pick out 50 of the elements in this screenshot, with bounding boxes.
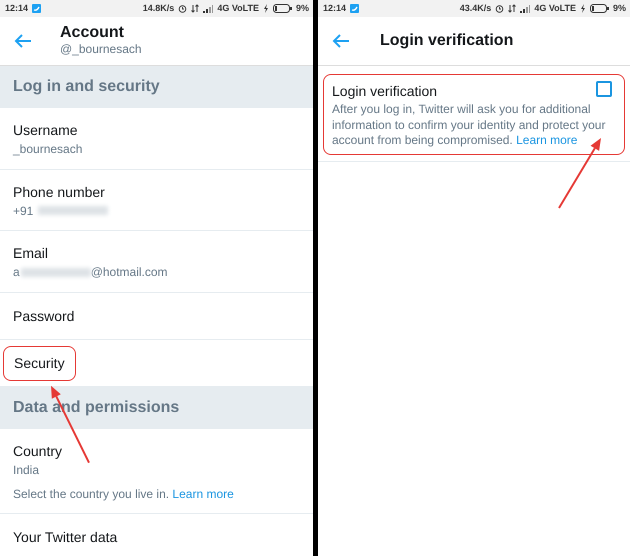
row-label: Email: [13, 245, 48, 262]
setting-description: After you log in, Twitter will ask you for additional information to confirm your identity and protect your account from being compromised. Learn more: [332, 102, 606, 149]
row-label: Your Twitter data: [13, 529, 118, 546]
settings-row[interactable]: Username _bournesach: [0, 108, 313, 170]
header-title: Account: [60, 24, 125, 42]
checkbox[interactable]: [596, 81, 612, 97]
signal-icon: [520, 4, 530, 12]
row-label: Phone number: [13, 184, 105, 200]
status-time: 12:14: [323, 2, 346, 15]
data-arrows-icon: [508, 4, 516, 13]
row-value: @hotmail.com: [90, 265, 168, 280]
settings-row[interactable]: Password: [0, 292, 313, 340]
row-label: Password: [13, 308, 74, 325]
network-speed: 43.4K/s: [460, 2, 492, 15]
battery-percent: 9%: [296, 2, 309, 15]
battery-icon: [590, 4, 609, 13]
settings-row[interactable]: Country India Select the country you live in. Learn more: [0, 429, 313, 514]
row-value: a: [13, 265, 20, 280]
back-arrow-icon: [14, 34, 32, 48]
row-label: Username: [13, 122, 78, 139]
helper-text: Select the country you live in. Learn more: [13, 486, 235, 502]
alarm-icon: [178, 4, 188, 13]
network-type: 4G VoLTE: [534, 2, 576, 15]
row-value: India: [13, 463, 40, 478]
row-value: _bournesach: [13, 142, 82, 157]
status-time: 12:14: [5, 2, 28, 15]
settings-row[interactable]: Your Twitter data: [0, 514, 313, 556]
signal-icon: [203, 4, 214, 12]
network-speed: 14.8K/s: [142, 2, 174, 15]
back-button[interactable]: [332, 34, 350, 48]
header-handle: @_bournesach: [60, 42, 142, 58]
charging-icon: [262, 4, 269, 13]
settings-row[interactable]: Phone number +91: [0, 170, 313, 232]
row-label: Country: [13, 443, 62, 460]
alarm-icon: [495, 4, 504, 13]
bird-notification-icon: [350, 4, 360, 13]
battery-icon: [272, 4, 292, 13]
setting-title: Login verification: [332, 82, 438, 101]
header-title: Login verification: [380, 32, 514, 50]
back-arrow-icon: [332, 34, 350, 48]
section-header: Log in and security: [0, 66, 313, 108]
charging-icon: [580, 4, 586, 13]
bird-notification-icon: [32, 4, 42, 13]
row-label: Security: [3, 346, 76, 381]
back-button[interactable]: [14, 34, 32, 48]
settings-row[interactable]: Email a @hotmail.com: [0, 231, 313, 293]
network-type: 4G VoLTE: [217, 2, 259, 15]
battery-percent: 9%: [612, 2, 626, 15]
data-arrows-icon: [191, 4, 200, 13]
row-value: +91: [13, 204, 34, 218]
